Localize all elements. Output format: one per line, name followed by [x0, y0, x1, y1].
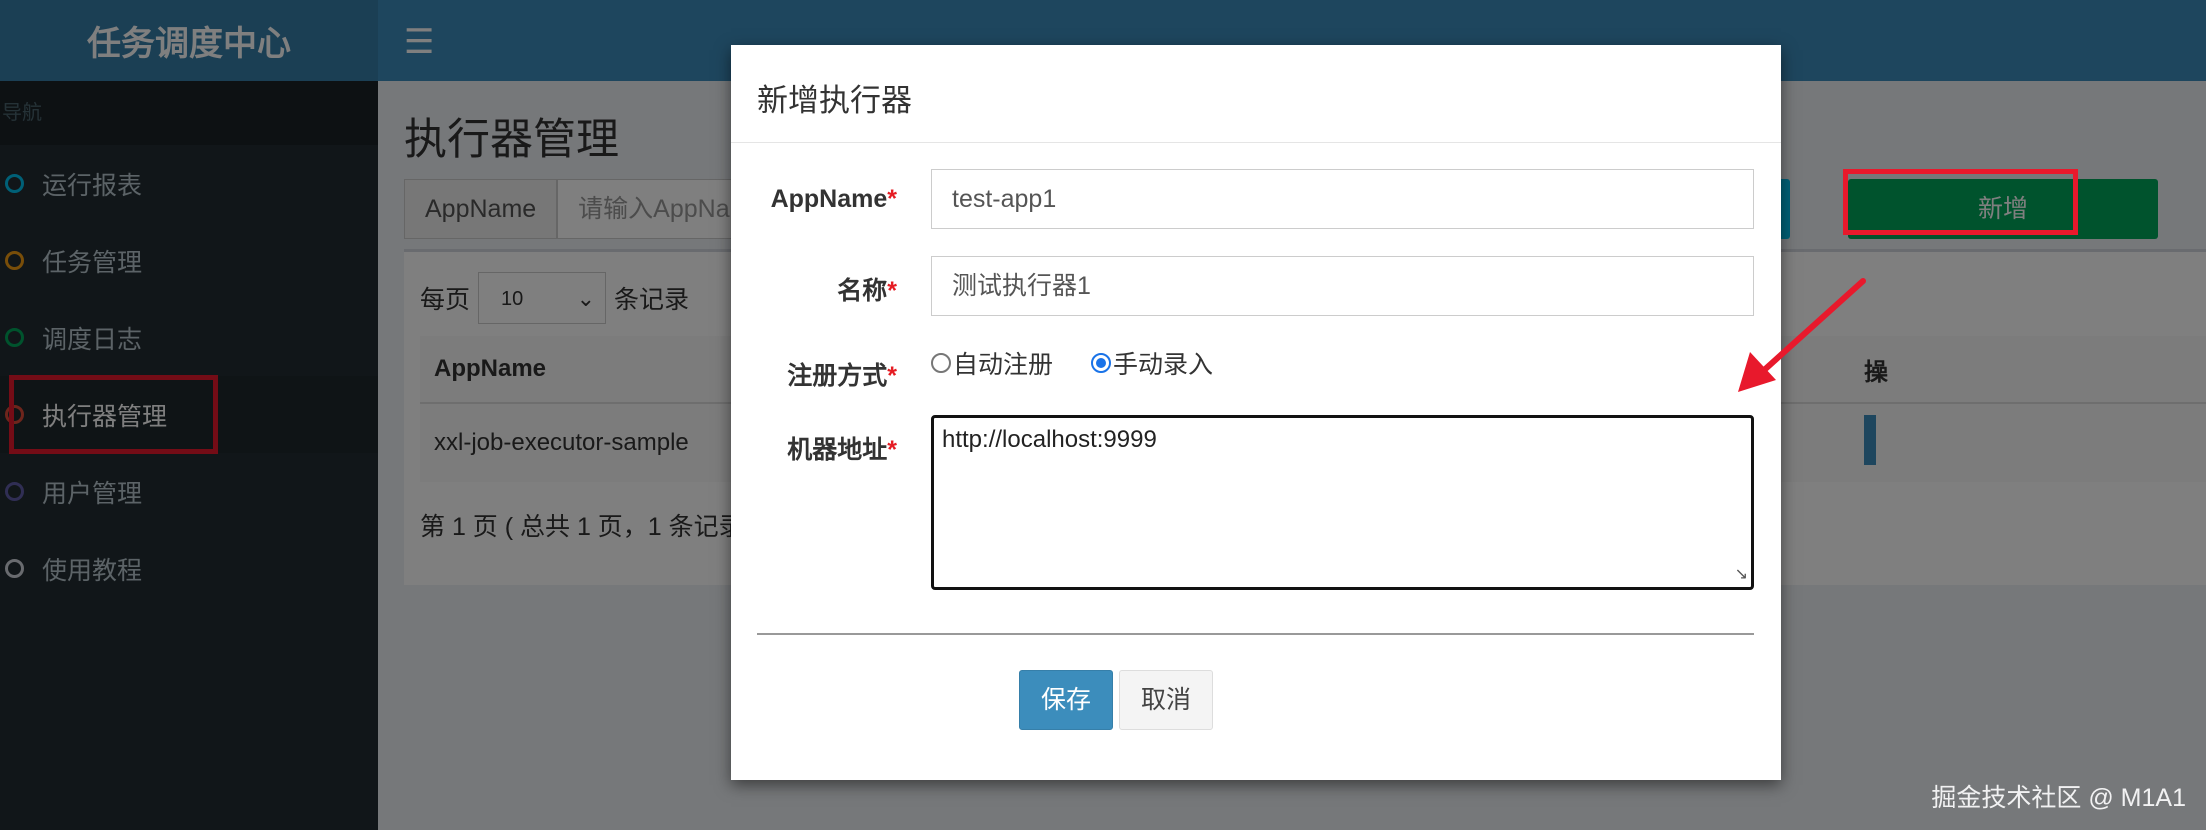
annotation-arrow-icon — [1738, 278, 1866, 392]
watermark: 掘金技术社区 @ M1A1 — [1931, 784, 2186, 812]
